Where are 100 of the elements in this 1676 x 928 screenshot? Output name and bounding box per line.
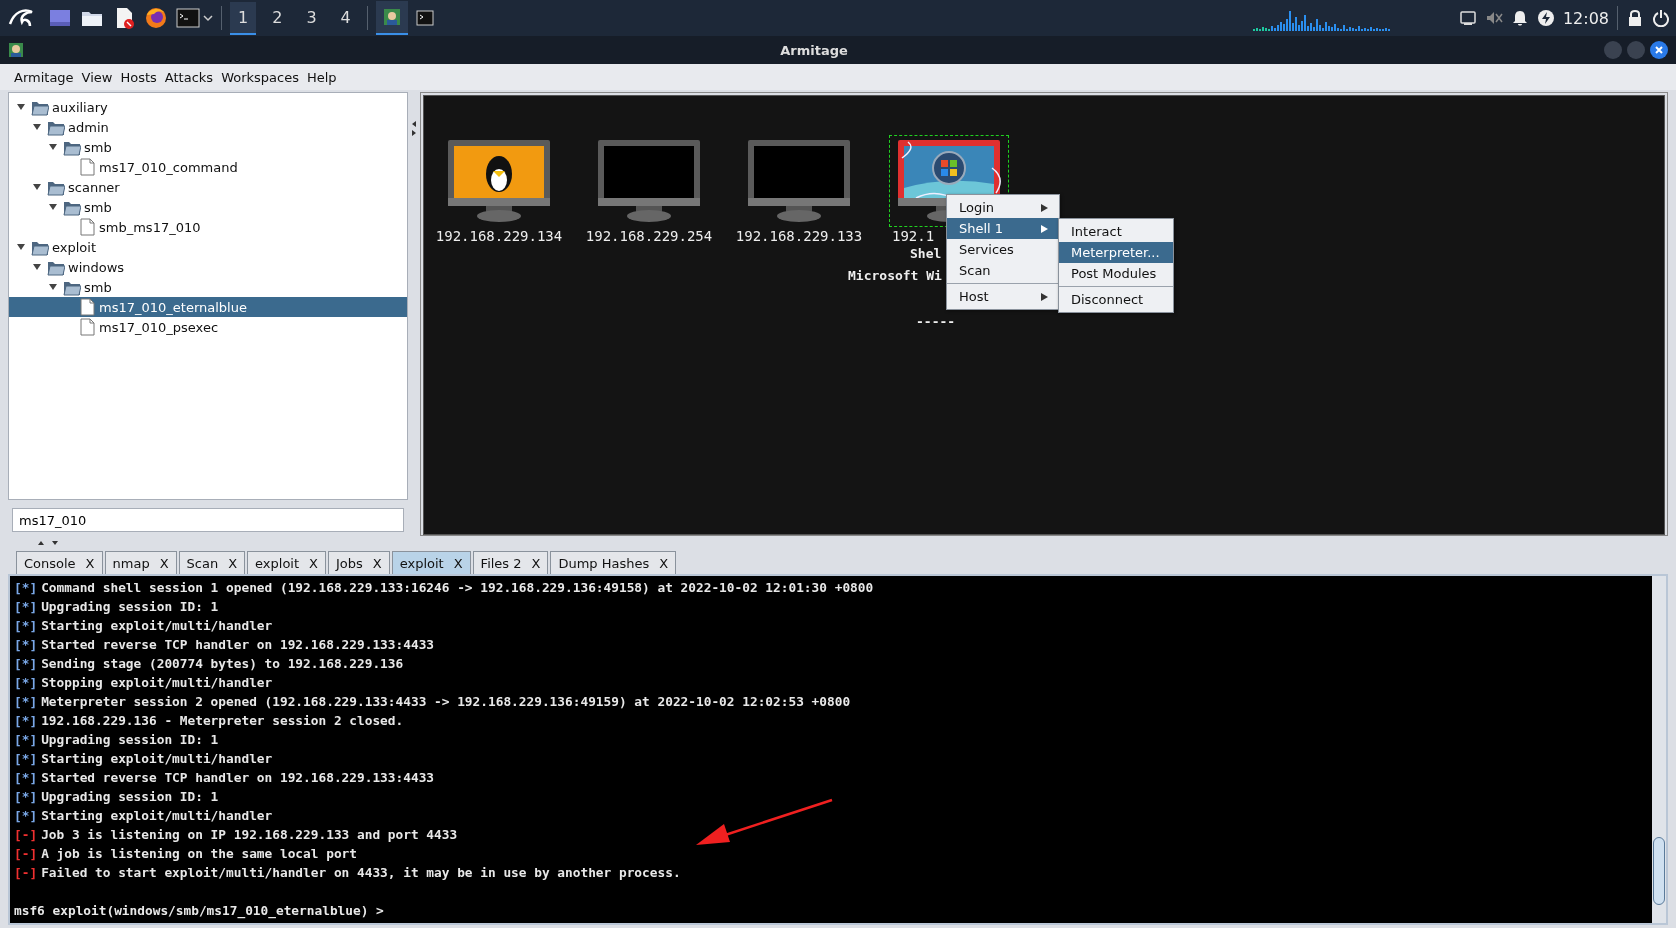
tab[interactable]: Files 2 X [472,551,549,574]
search-field[interactable]: ms17_010 [12,508,404,532]
tree-item[interactable]: smb [9,137,407,157]
tree-item[interactable]: ms17_010_command [9,157,407,177]
status-marker: [*] [14,693,38,711]
file-icon [79,318,96,336]
chevron-icon [203,14,213,22]
menu-item[interactable]: Scan [947,260,1059,281]
tab[interactable]: exploit X [247,551,326,574]
menu-item[interactable]: Armitage [10,67,78,87]
scroll-thumb[interactable] [1653,837,1665,905]
expanded-icon[interactable] [48,282,58,292]
tab-label[interactable]: Console [24,555,76,571]
display-icon[interactable] [1458,9,1477,27]
tab-close-button[interactable]: X [159,555,169,571]
tree-item[interactable]: windows [9,257,407,277]
status-marker: [*] [14,636,38,654]
menu-item[interactable]: Meterpreter... [1059,242,1173,263]
tab-close-button[interactable]: X [531,555,541,571]
tree-item[interactable]: scanner [9,177,407,197]
tab-close-button[interactable]: X [372,555,382,571]
tab-label[interactable]: Scan [186,555,219,571]
tab-label[interactable]: exploit [255,555,300,571]
menu-item[interactable]: Hosts [116,67,161,87]
console-prompt[interactable]: msf6 exploit(windows/smb/ms17_010_eternalblue) > [14,901,1648,920]
status-marker: [*] [14,598,38,616]
menu-item[interactable]: Host [947,286,1059,307]
tab-close-button[interactable]: X [659,555,669,571]
tree-item[interactable]: exploit [9,237,407,257]
tab[interactable]: Console X [16,551,103,574]
terminal-icon[interactable] [415,9,434,27]
status-marker: [*] [14,750,38,768]
split-handle[interactable] [36,540,60,546]
expanded-icon[interactable] [16,242,26,252]
expanded-icon[interactable] [32,182,42,192]
expanded-icon[interactable] [48,142,58,152]
lock-icon[interactable] [1626,9,1644,27]
tab[interactable]: exploit X [391,551,471,574]
menu-item[interactable]: Disconnect [1059,289,1173,310]
tree-item[interactable]: smb_ms17_010 [9,217,407,237]
menu-item[interactable]: Interact [1059,221,1173,242]
tree-item[interactable]: admin [9,117,407,137]
tab-label[interactable]: exploit [399,555,444,571]
tab-close-button[interactable]: X [85,555,95,571]
menu-item[interactable]: Attacks [160,67,218,87]
status-marker: [-] [14,826,38,844]
menu-item[interactable]: Workspaces [217,67,303,87]
status-marker: [*] [14,807,38,825]
status-marker: [*] [14,712,38,730]
expanded-icon[interactable] [32,122,42,132]
console-line: Started reverse TCP handler on 192.168.229.133:4433 [41,769,435,787]
scrollbar[interactable] [1652,576,1666,923]
tab[interactable]: Scan X [178,551,246,574]
tab-close-button[interactable]: X [309,555,318,571]
console-line: 192.168.229.136 - Meterpreter session 2 closed. [41,712,404,730]
workspace-button[interactable]: 3 [298,1,325,35]
tab-label[interactable]: Dump Hashes [558,555,650,571]
console-line: Stopping exploit/multi/handler [41,674,273,692]
menu-item[interactable]: Post Modules [1059,263,1173,284]
tree-item[interactable]: smb [9,277,407,297]
tab[interactable]: Dump Hashes X [550,551,677,574]
menu-item[interactable]: Services [947,239,1059,260]
expanded-icon[interactable] [16,102,26,112]
file-icon [79,298,96,316]
workspace-button[interactable]: 2 [264,1,291,35]
tab-label[interactable]: Files 2 [480,555,522,571]
clock: 12:08 [1562,8,1609,28]
console-line: Sending stage (200774 bytes) to 192.168.229.136 [41,655,404,673]
console-line: Starting exploit/multi/handler [41,807,273,825]
status-marker: [-] [14,864,38,882]
workspace-button[interactable]: 4 [332,1,359,35]
tab-label[interactable]: Jobs [335,555,363,571]
console-line: Starting exploit/multi/handler [41,617,273,635]
terminal-button[interactable] [176,6,213,30]
menu-item[interactable]: View [77,67,117,87]
tab[interactable]: nmap X [104,551,177,574]
file-icon [79,218,96,236]
expanded-icon[interactable] [32,262,42,272]
tree-item[interactable]: smb [9,197,407,217]
browser-icon[interactable] [144,6,168,30]
menu-item[interactable]: Help [302,67,341,87]
workspace-button[interactable]: 1 [230,1,257,35]
console-line: Job 3 is listening on IP 192.168.229.133 and port 4433 [41,826,458,844]
tree-item[interactable]: auxiliary [9,97,407,117]
tree-item[interactable]: ms17_010_eternalblue [9,297,407,317]
app-icon [381,7,402,27]
tab[interactable]: Jobs X [327,551,390,574]
menu-item[interactable]: Login [947,197,1059,218]
status-marker: [-] [14,845,38,863]
menu-item[interactable]: Shell 1 [947,218,1059,239]
tab-close-button[interactable]: X [453,555,463,571]
console-line: Started reverse TCP handler on 192.168.229.133:4433 [41,636,435,654]
taskbar-app-button[interactable] [375,1,408,35]
close-button[interactable] [1650,41,1668,59]
tree-item[interactable]: ms17_010_psexec [9,317,407,337]
tab-label[interactable]: nmap [112,555,150,571]
status-marker: [*] [14,674,38,692]
expanded-icon[interactable] [48,202,58,212]
tab-close-button[interactable]: X [228,555,238,571]
status-marker: [*] [14,731,38,749]
